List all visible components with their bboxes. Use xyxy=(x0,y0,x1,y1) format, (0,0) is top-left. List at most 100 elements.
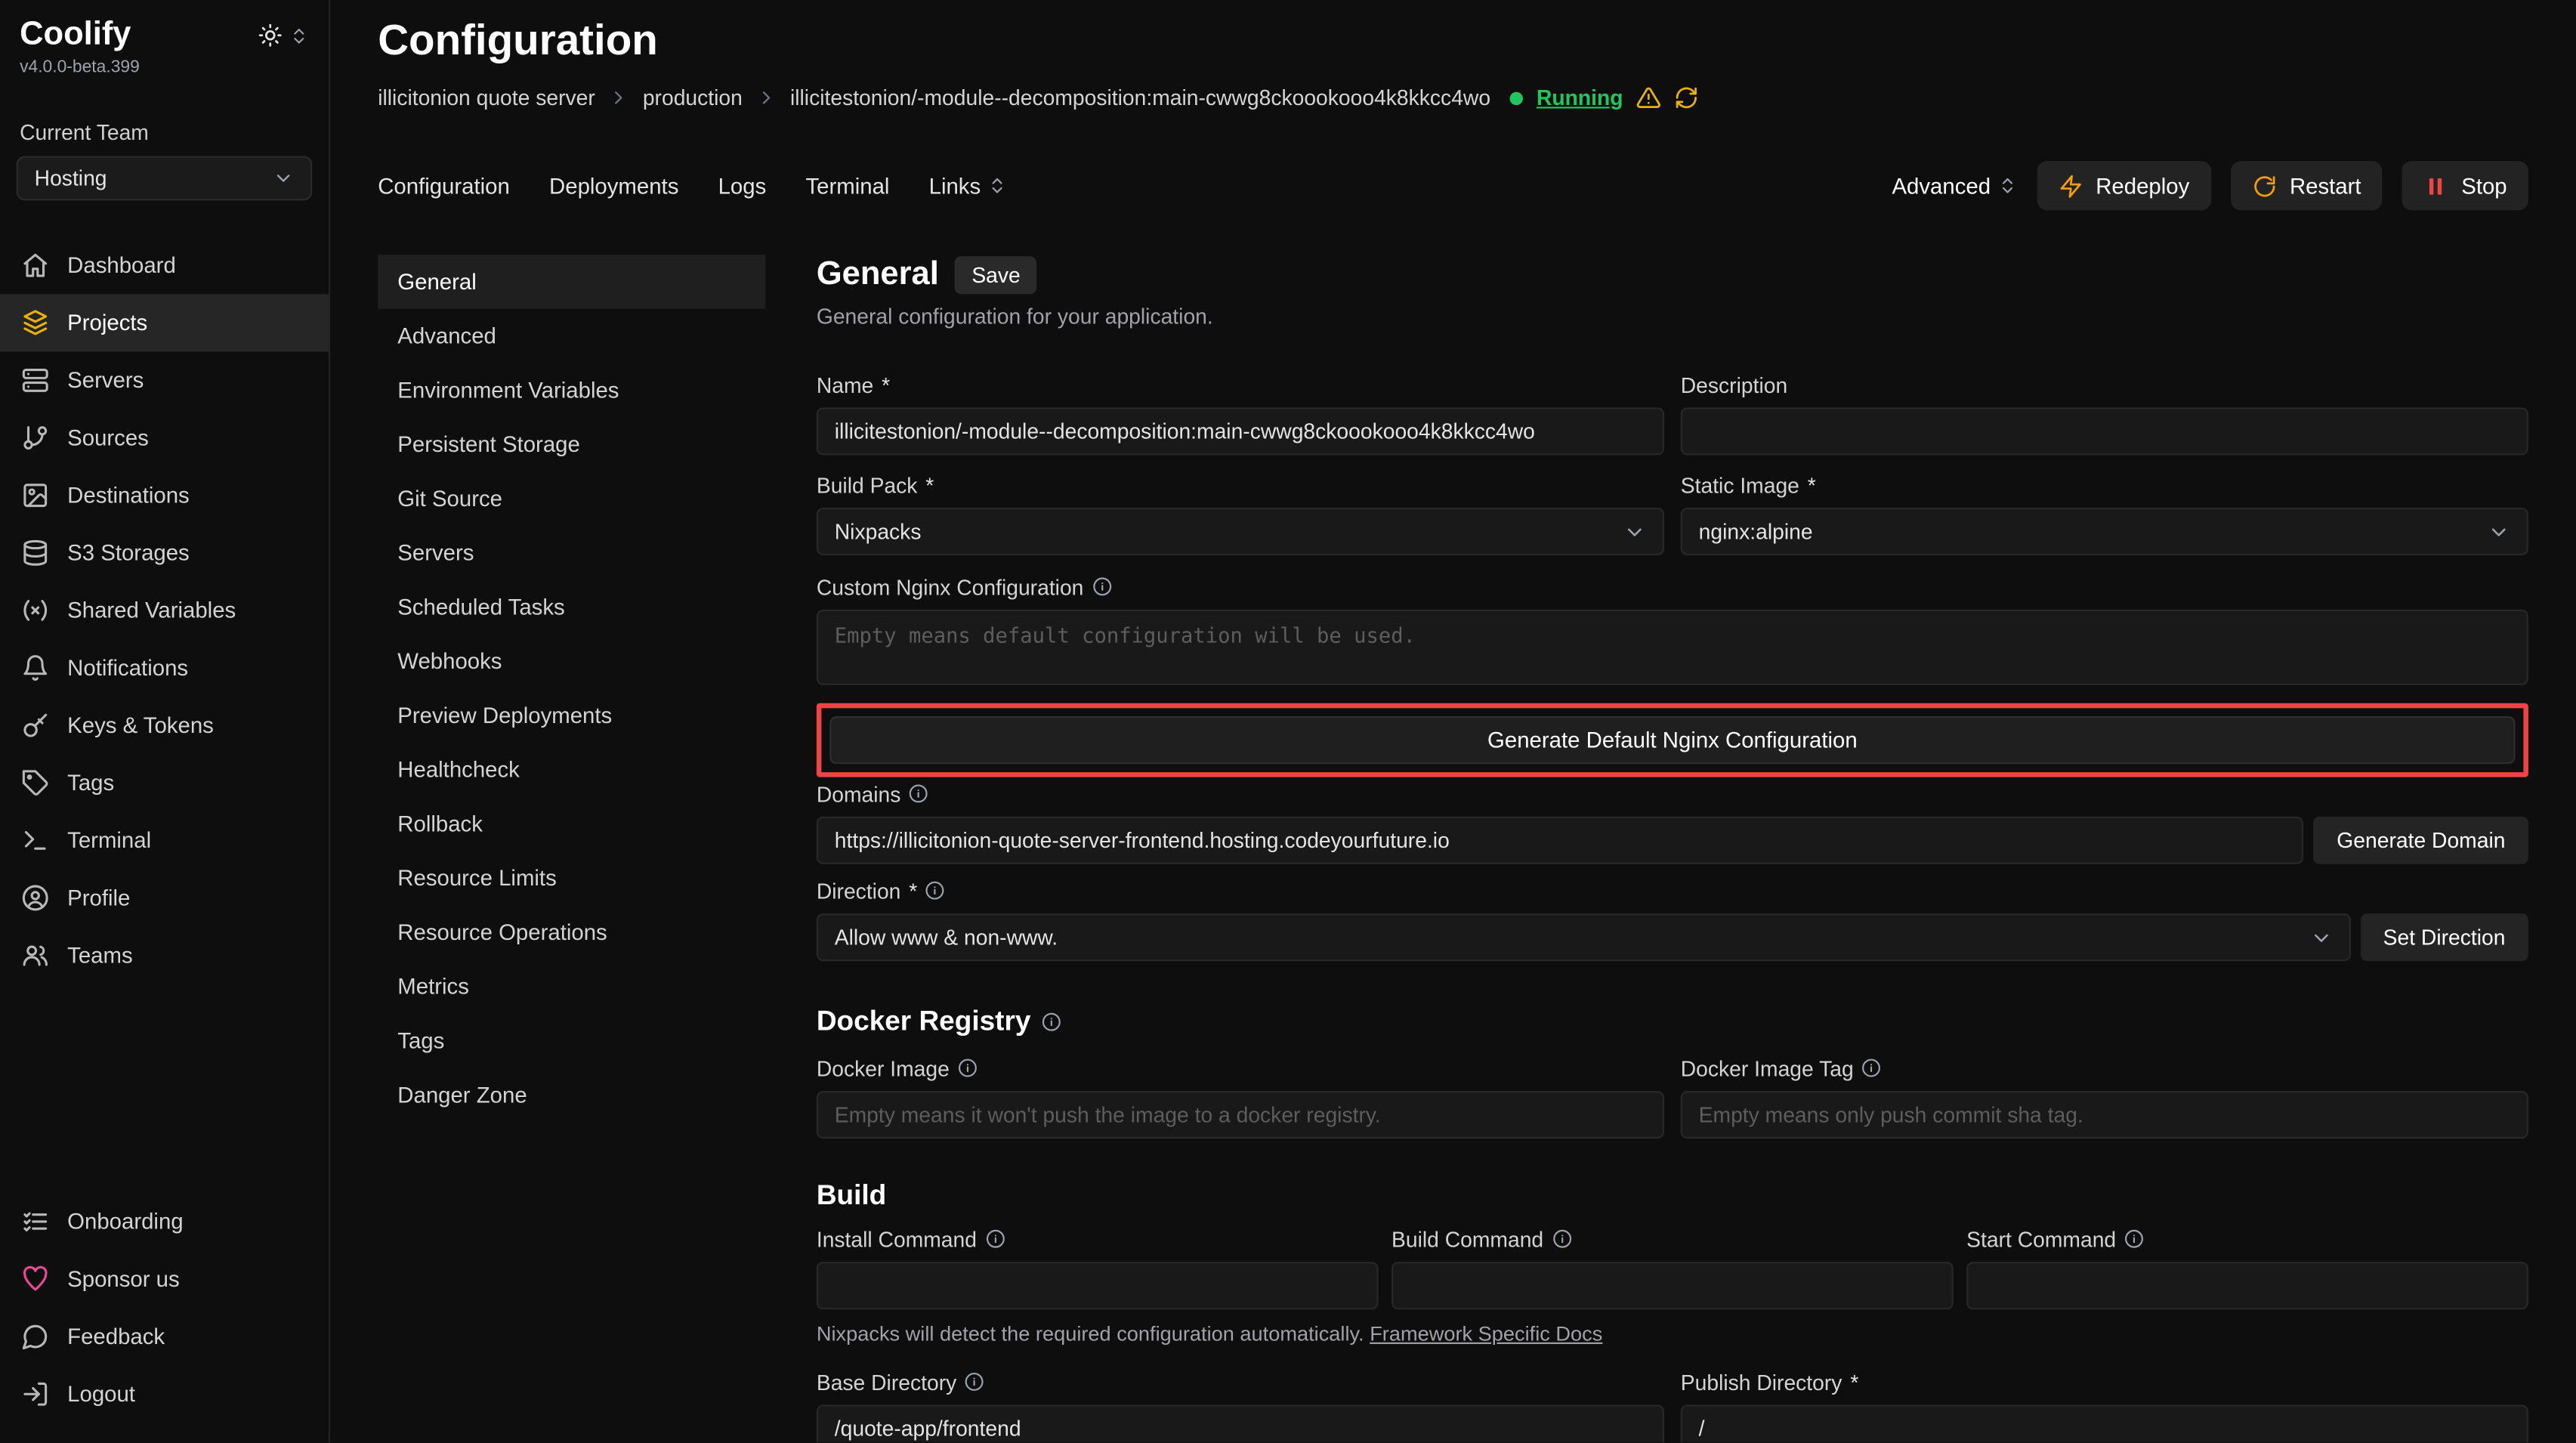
publish-directory-input[interactable] xyxy=(1681,1404,2528,1442)
config-menu-scheduled-tasks[interactable]: Scheduled Tasks xyxy=(378,580,765,635)
chevron-down-icon xyxy=(2309,925,2332,948)
warning-icon xyxy=(1636,85,1661,110)
docker-image-tag-label: Docker Image Tag xyxy=(1681,1055,2528,1081)
config-menu-environment-variables[interactable]: Environment Variables xyxy=(378,363,765,418)
tab-deployments[interactable]: Deployments xyxy=(549,173,678,198)
sidebar-item-dashboard[interactable]: Dashboard xyxy=(0,236,329,294)
info-icon[interactable] xyxy=(985,1229,1005,1249)
config-menu-healthcheck[interactable]: Healthcheck xyxy=(378,743,765,797)
config-menu-tags[interactable]: Tags xyxy=(378,1014,765,1068)
info-icon[interactable] xyxy=(1862,1058,1882,1078)
breadcrumb: illicitonion quote server production ill… xyxy=(378,85,2528,110)
sidebar-item-profile[interactable]: Profile xyxy=(0,869,329,926)
breadcrumb-project[interactable]: illicitonion quote server xyxy=(378,85,595,110)
static-image-select[interactable]: nginx:alpine xyxy=(1681,508,2528,555)
direction-select[interactable]: Allow www & non-www. xyxy=(817,913,2350,961)
custom-nginx-label: Custom Nginx Configuration xyxy=(817,573,2528,600)
theme-selector[interactable] xyxy=(258,23,308,48)
sidebar-item-keys-tokens[interactable]: Keys & Tokens xyxy=(0,697,329,754)
tab-terminal[interactable]: Terminal xyxy=(805,173,889,198)
sidebar-item-logout[interactable]: Logout xyxy=(0,1365,329,1423)
sidebar-item-terminal[interactable]: Terminal xyxy=(0,811,329,869)
config-menu-webhooks[interactable]: Webhooks xyxy=(378,634,765,688)
info-icon[interactable] xyxy=(1042,1012,1062,1031)
base-directory-input[interactable] xyxy=(817,1404,1664,1442)
generate-domain-button[interactable]: Generate Domain xyxy=(2314,817,2528,864)
domains-input[interactable] xyxy=(817,817,2304,864)
tab-logs[interactable]: Logs xyxy=(718,173,767,198)
config-menu-general[interactable]: General xyxy=(378,255,765,309)
info-icon[interactable] xyxy=(1092,576,1111,596)
sidebar-item-notifications[interactable]: Notifications xyxy=(0,639,329,697)
config-menu-metrics[interactable]: Metrics xyxy=(378,959,765,1014)
config-menu-servers[interactable]: Servers xyxy=(378,526,765,580)
docker-image-input[interactable] xyxy=(817,1091,1664,1139)
sidebar-item-servers[interactable]: Servers xyxy=(0,351,329,409)
info-icon[interactable] xyxy=(1552,1229,1571,1249)
chevron-down-icon xyxy=(2488,520,2510,542)
info-icon[interactable] xyxy=(2124,1229,2144,1249)
config-menu-danger-zone[interactable]: Danger Zone xyxy=(378,1068,765,1123)
sidebar-item-shared-variables[interactable]: Shared Variables xyxy=(0,582,329,639)
sidebar-item-s3-storages[interactable]: S3 Storages xyxy=(0,524,329,582)
terminal-icon xyxy=(21,827,49,854)
build-command-input[interactable] xyxy=(1391,1262,1954,1309)
config-menu-git-source[interactable]: Git Source xyxy=(378,471,765,526)
refresh-status-icon[interactable] xyxy=(1674,85,1699,110)
info-icon[interactable] xyxy=(958,1058,978,1078)
start-command-input[interactable] xyxy=(1966,1262,2528,1309)
tab-configuration[interactable]: Configuration xyxy=(378,173,510,198)
sidebar-item-tags[interactable]: Tags xyxy=(0,754,329,811)
generate-nginx-config-button[interactable]: Generate Default Nginx Configuration xyxy=(829,716,2515,764)
config-menu-rollback[interactable]: Rollback xyxy=(378,797,765,851)
sidebar-nav: Dashboard Projects Servers Sources Desti… xyxy=(0,236,329,984)
install-command-input[interactable] xyxy=(817,1262,1379,1309)
description-input[interactable] xyxy=(1681,407,2528,455)
chevron-down-icon xyxy=(273,168,294,189)
set-direction-button[interactable]: Set Direction xyxy=(2360,913,2528,961)
info-icon[interactable] xyxy=(909,783,928,803)
save-button[interactable]: Save xyxy=(956,255,1037,293)
sidebar-item-projects[interactable]: Projects xyxy=(0,294,329,351)
info-icon[interactable] xyxy=(965,1372,984,1392)
name-input[interactable] xyxy=(817,407,1664,455)
server-icon xyxy=(21,366,49,394)
chevron-down-icon xyxy=(1623,520,1646,542)
chevrons-up-down-icon xyxy=(1997,176,2017,196)
config-menu-advanced[interactable]: Advanced xyxy=(378,309,765,363)
sidebar-item-sponsor[interactable]: Sponsor us xyxy=(0,1250,329,1308)
advanced-dropdown[interactable]: Advanced xyxy=(1892,173,2016,198)
status-running-link[interactable]: Running xyxy=(1537,85,1623,110)
section-title: General xyxy=(817,255,939,294)
sidebar-item-feedback[interactable]: Feedback xyxy=(0,1308,329,1365)
custom-nginx-textarea[interactable] xyxy=(817,610,2528,685)
build-title: Build xyxy=(817,1178,886,1213)
config-menu: General Advanced Environment Variables P… xyxy=(378,255,765,1442)
config-menu-resource-limits[interactable]: Resource Limits xyxy=(378,851,765,906)
sidebar-item-onboarding[interactable]: Onboarding xyxy=(0,1193,329,1250)
tab-links[interactable]: Links xyxy=(929,173,1007,198)
team-select[interactable]: Hosting xyxy=(17,156,312,201)
sidebar-item-teams[interactable]: Teams xyxy=(0,927,329,984)
breadcrumb-environment[interactable]: production xyxy=(643,85,743,110)
breadcrumb-resource[interactable]: illicitestonion/-module--decomposition:m… xyxy=(790,85,1490,110)
name-label: Name* xyxy=(817,371,1664,397)
framework-docs-link[interactable]: Framework Specific Docs xyxy=(1370,1323,1602,1346)
docker-image-tag-input[interactable] xyxy=(1681,1091,2528,1139)
config-menu-preview-deployments[interactable]: Preview Deployments xyxy=(378,688,765,743)
config-menu-persistent-storage[interactable]: Persistent Storage xyxy=(378,417,765,471)
info-icon[interactable] xyxy=(925,881,945,901)
config-menu-resource-operations[interactable]: Resource Operations xyxy=(378,905,765,959)
bell-icon xyxy=(21,654,49,682)
redeploy-button[interactable]: Redeploy xyxy=(2037,161,2211,210)
build-command-label: Build Command xyxy=(1391,1225,1954,1252)
tab-bar: Configuration Deployments Logs Terminal … xyxy=(330,161,2576,210)
pause-stop-icon xyxy=(2423,173,2448,198)
sidebar-item-sources[interactable]: Sources xyxy=(0,409,329,467)
restart-button[interactable]: Restart xyxy=(2231,161,2383,210)
sidebar-item-destinations[interactable]: Destinations xyxy=(0,467,329,524)
stop-button[interactable]: Stop xyxy=(2402,161,2528,210)
build-pack-select[interactable]: Nixpacks xyxy=(817,508,1664,555)
domains-label: Domains xyxy=(817,780,2528,807)
variable-icon xyxy=(21,596,49,624)
